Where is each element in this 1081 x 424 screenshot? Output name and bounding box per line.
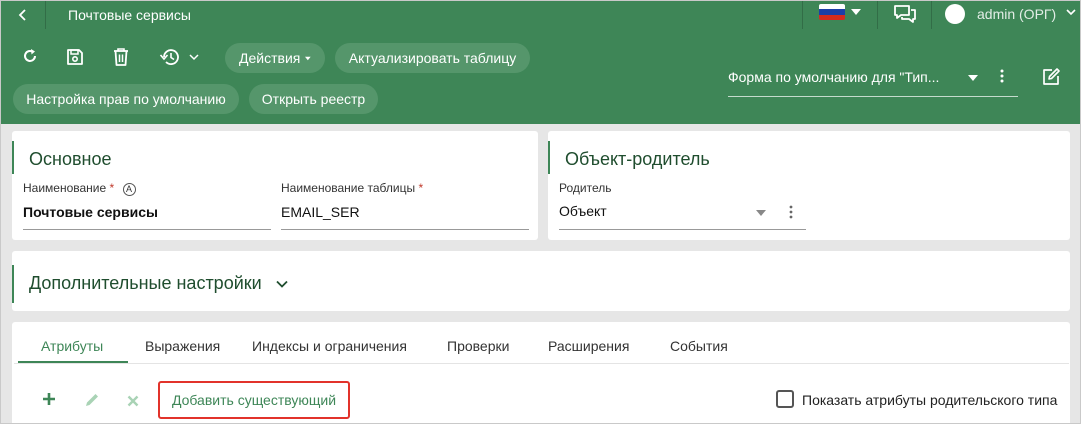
form-select[interactable]: Форма по умолчанию для "Тип... <box>728 63 1018 97</box>
main-card-title: Основное <box>29 149 112 169</box>
save-button[interactable] <box>65 47 85 67</box>
required-mark: * <box>418 181 424 195</box>
extra-settings-card[interactable]: Дополнительные настройки <box>12 251 1070 311</box>
chevron-down-icon <box>189 54 199 61</box>
show-parent-attrs-checkbox[interactable] <box>776 390 794 408</box>
refresh-button[interactable] <box>21 47 39 65</box>
avatar[interactable] <box>945 4 965 24</box>
show-parent-attrs-label[interactable]: Показать атрибуты родительского типа <box>802 392 1057 408</box>
save-icon <box>67 49 83 65</box>
refresh-table-label: Актуализировать таблицу <box>348 50 517 66</box>
tab-attributes[interactable]: Атрибуты <box>41 338 103 354</box>
language-flag-icon[interactable] <box>819 4 845 20</box>
tab-checks[interactable]: Проверки <box>447 338 509 354</box>
refresh-table-button[interactable]: Актуализировать таблицу <box>335 43 530 73</box>
table-name-field[interactable]: EMAIL_SER <box>281 204 360 220</box>
refresh-icon <box>24 49 36 62</box>
tab-indexes[interactable]: Индексы и ограничения <box>252 338 407 354</box>
parent-card: Объект-родитель Родитель Объект <box>548 131 1070 240</box>
name-field[interactable]: Почтовые сервисы <box>23 204 158 220</box>
remove-icon[interactable] <box>127 395 139 407</box>
tabs-divider <box>14 363 1069 364</box>
more-vertical-icon[interactable] <box>1000 69 1004 83</box>
more-vertical-icon[interactable] <box>789 205 793 219</box>
open-registry-label: Открыть реестр <box>261 91 366 107</box>
title-bar: Почтовые сервисы admin (ОРГ) <box>1 1 1080 29</box>
table-name-field-underline <box>281 229 529 230</box>
actions-label: Действия <box>239 50 301 66</box>
divider <box>45 1 46 29</box>
back-button[interactable] <box>9 1 37 29</box>
table-name-label-text: Наименование таблицы <box>281 181 416 195</box>
tab-events[interactable]: События <box>670 338 728 354</box>
default-rights-label: Настройка прав по умолчанию <box>26 91 226 107</box>
history-icon <box>159 49 179 65</box>
main-card: Основное Наименование * A Почтовые серви… <box>12 131 538 240</box>
history-button[interactable] <box>159 47 199 67</box>
add-icon[interactable] <box>42 392 56 406</box>
parent-select[interactable]: Объект <box>559 203 607 219</box>
tab-expressions[interactable]: Выражения <box>145 338 220 354</box>
card-accent <box>12 141 14 174</box>
edit-form-icon[interactable] <box>1041 67 1061 87</box>
page-title: Почтовые сервисы <box>68 7 191 23</box>
card-accent <box>548 141 550 174</box>
required-mark: * <box>109 181 115 195</box>
parent-select-underline <box>559 229 806 230</box>
name-label: Наименование * A <box>23 181 136 196</box>
active-tab-indicator <box>18 361 128 363</box>
app-window: Почтовые сервисы admin (ОРГ) Действия Ак… <box>0 0 1081 424</box>
extra-settings-title: Дополнительные настройки <box>29 273 262 293</box>
tab-extensions[interactable]: Расширения <box>548 338 629 354</box>
chevron-down-icon[interactable] <box>1066 8 1076 16</box>
trash-icon <box>114 48 128 66</box>
default-rights-button[interactable]: Настройка прав по умолчанию <box>13 84 239 114</box>
form-select-value: Форма по умолчанию для "Тип... <box>728 69 940 85</box>
flag-stripe-red <box>819 14 845 20</box>
delete-button[interactable] <box>112 47 130 67</box>
chat-icon[interactable] <box>893 4 917 26</box>
name-field-underline <box>23 229 271 230</box>
actions-dropdown[interactable]: Действия <box>225 43 325 73</box>
open-registry-button[interactable]: Открыть реестр <box>249 84 378 114</box>
user-name[interactable]: admin (ОРГ) <box>977 6 1056 22</box>
add-existing-button[interactable]: Добавить существующий <box>158 381 350 419</box>
divider <box>802 1 803 29</box>
caret-down-icon <box>305 56 311 60</box>
name-label-text: Наименование <box>23 181 107 195</box>
divider <box>877 1 878 29</box>
card-accent <box>12 265 14 303</box>
toolbar: Действия Актуализировать таблицу Настрой… <box>1 29 1080 124</box>
chevron-left-icon <box>18 9 26 21</box>
edit-icon[interactable] <box>84 392 100 408</box>
auto-translate-icon[interactable]: A <box>122 183 136 196</box>
caret-down-icon[interactable] <box>851 9 861 15</box>
parent-label: Родитель <box>559 181 612 195</box>
divider <box>931 1 932 29</box>
caret-down-icon[interactable] <box>756 210 766 216</box>
add-existing-label: Добавить существующий <box>171 392 337 408</box>
caret-down-icon[interactable] <box>968 75 978 81</box>
parent-card-title: Объект-родитель <box>565 149 710 169</box>
chevron-down-icon[interactable] <box>276 280 288 288</box>
table-name-label: Наименование таблицы * <box>281 181 423 195</box>
